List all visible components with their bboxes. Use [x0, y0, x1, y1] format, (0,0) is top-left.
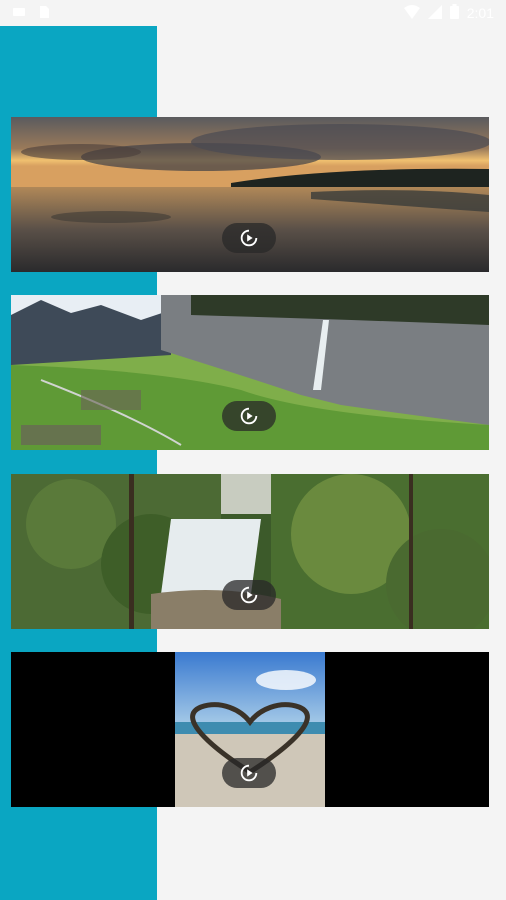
play-button[interactable] [222, 223, 276, 253]
wifi-icon [403, 4, 420, 22]
play-button[interactable] [222, 758, 276, 788]
battery-icon [449, 4, 459, 22]
sunset-lake-thumbnail[interactable] [11, 117, 489, 272]
replay-play-icon [240, 764, 258, 782]
valley-waterfall-thumbnail[interactable] [11, 295, 489, 450]
replay-play-icon [240, 407, 258, 425]
beach-heart-thumbnail[interactable] [11, 652, 489, 807]
play-button[interactable] [222, 580, 276, 610]
replay-play-icon [240, 586, 258, 604]
notification-icon [12, 5, 26, 24]
sim-icon [38, 5, 50, 24]
forest-waterfall-thumbnail[interactable] [11, 474, 489, 629]
replay-play-icon [240, 229, 258, 247]
status-time: 2:01 [466, 5, 494, 21]
status-bar: 2:01 [0, 0, 506, 26]
signal-icon [427, 4, 442, 22]
play-button[interactable] [222, 401, 276, 431]
